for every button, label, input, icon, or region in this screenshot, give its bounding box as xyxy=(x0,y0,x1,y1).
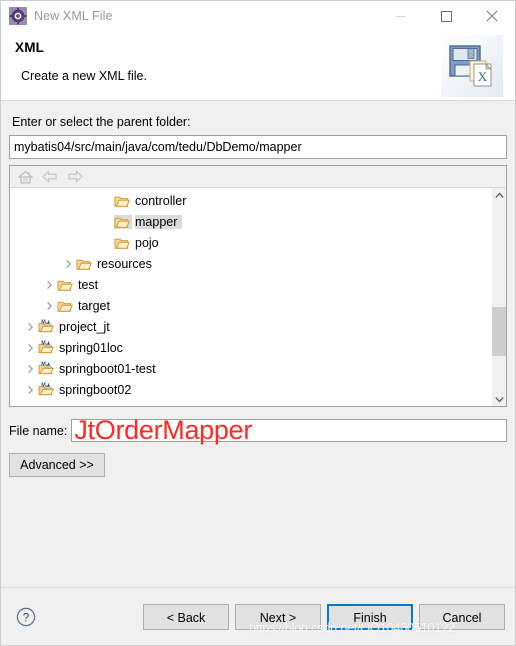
tree-toolbar xyxy=(10,166,506,188)
tree-vertical-scrollbar[interactable] xyxy=(491,188,506,406)
cancel-button[interactable]: Cancel xyxy=(419,603,505,630)
footer-button-group: < Back Next > Finish Cancel xyxy=(143,603,505,630)
tree-row-label: spring01loc xyxy=(59,340,123,355)
svg-text:M: M xyxy=(41,383,46,389)
tree-row[interactable]: Mspring01loc xyxy=(10,337,491,358)
tree-row-list[interactable]: controller mapper pojo resources test target M… xyxy=(10,188,491,406)
tree-row-label: springboot01-test xyxy=(59,361,156,376)
tree-row[interactable]: Mproject_jt xyxy=(10,316,491,337)
folder-icon xyxy=(57,299,75,313)
tree-row[interactable]: Mspringboot02 xyxy=(10,379,491,400)
home-icon[interactable] xyxy=(16,169,34,185)
page-title: XML xyxy=(15,40,45,55)
help-question-icon[interactable]: ? xyxy=(16,607,36,627)
tree-row[interactable]: target xyxy=(10,295,491,316)
expand-chevron-icon[interactable] xyxy=(41,301,57,311)
scrollbar-track[interactable] xyxy=(492,202,506,392)
tree-row[interactable]: pojo xyxy=(10,232,491,253)
expand-chevron-icon[interactable] xyxy=(41,280,57,290)
svg-text:M: M xyxy=(41,362,46,368)
expand-chevron-icon[interactable] xyxy=(22,322,38,332)
svg-text:X: X xyxy=(478,69,488,84)
tree-row[interactable]: test xyxy=(10,274,491,295)
tree-row[interactable]: Mspringboot01-test xyxy=(10,358,491,379)
file-name-value: JtOrderMapper xyxy=(74,415,253,445)
dialog-body: Enter or select the parent folder: mybat… xyxy=(1,101,515,587)
tree-main: controller mapper pojo resources test target M… xyxy=(10,188,506,406)
next-button[interactable]: Next > xyxy=(235,603,321,630)
expand-chevron-icon[interactable] xyxy=(22,364,38,374)
tree-row-label: target xyxy=(78,298,110,313)
back-arrow-icon[interactable] xyxy=(41,169,59,185)
expand-chevron-icon[interactable] xyxy=(22,385,38,395)
close-icon[interactable] xyxy=(469,1,515,31)
back-button[interactable]: < Back xyxy=(143,603,229,630)
tree-row-label: controller xyxy=(135,193,187,208)
parent-folder-label: Enter or select the parent folder: xyxy=(12,115,191,129)
maven-project-icon: M xyxy=(38,340,56,355)
finish-button[interactable]: Finish xyxy=(327,603,413,630)
tree-row-label: pojo xyxy=(135,235,159,250)
dialog-header: XML Create a new XML file. X xyxy=(1,31,515,101)
xml-gear-icon xyxy=(9,7,27,25)
minimize-icon[interactable] xyxy=(377,1,423,31)
dialog-footer: ? < Back Next > Finish Cancel xyxy=(1,587,515,645)
expand-chevron-icon[interactable] xyxy=(22,343,38,353)
tree-row[interactable]: resources xyxy=(10,253,491,274)
file-name-row: File name: JtOrderMapper xyxy=(9,415,507,445)
folder-tree: controller mapper pojo resources test target M… xyxy=(9,165,507,407)
tree-row[interactable]: controller xyxy=(10,190,491,211)
window-title: New XML File xyxy=(34,9,113,23)
maven-project-icon: M xyxy=(38,382,56,397)
tree-row-label: springboot02 xyxy=(59,382,132,397)
window-controls xyxy=(377,1,515,31)
tree-row-label: test xyxy=(78,277,99,292)
scroll-down-arrow-icon[interactable] xyxy=(492,392,506,406)
folder-icon xyxy=(57,278,75,292)
title-bar: New XML File xyxy=(1,1,515,31)
new-xml-file-dialog: New XML File XML Create a new XML file. xyxy=(0,0,516,646)
tree-row-label: mapper xyxy=(135,214,183,229)
maven-project-icon: M xyxy=(38,361,56,376)
floppy-disk-xml-icon: X xyxy=(441,35,503,97)
tree-row-label: resources xyxy=(97,256,152,271)
tree-row[interactable]: mapper xyxy=(10,211,491,232)
advanced-button[interactable]: Advanced >> xyxy=(9,453,105,477)
forward-arrow-icon[interactable] xyxy=(66,169,84,185)
maximize-icon[interactable] xyxy=(423,1,469,31)
svg-text:M: M xyxy=(41,320,46,326)
tree-row-label: project_jt xyxy=(59,319,110,334)
scrollbar-thumb[interactable] xyxy=(492,306,506,356)
parent-folder-input[interactable] xyxy=(9,135,507,159)
svg-text:?: ? xyxy=(23,612,29,624)
file-name-input[interactable]: JtOrderMapper xyxy=(71,415,507,445)
folder-icon xyxy=(114,236,132,250)
folder-icon xyxy=(76,257,94,271)
file-name-label: File name: xyxy=(9,423,68,438)
svg-text:M: M xyxy=(41,341,46,347)
folder-icon xyxy=(114,194,132,208)
maven-project-icon: M xyxy=(38,319,56,334)
page-description: Create a new XML file. xyxy=(21,69,147,83)
expand-chevron-icon[interactable] xyxy=(60,259,76,269)
folder-icon xyxy=(114,214,132,229)
scroll-up-arrow-icon[interactable] xyxy=(492,188,506,202)
